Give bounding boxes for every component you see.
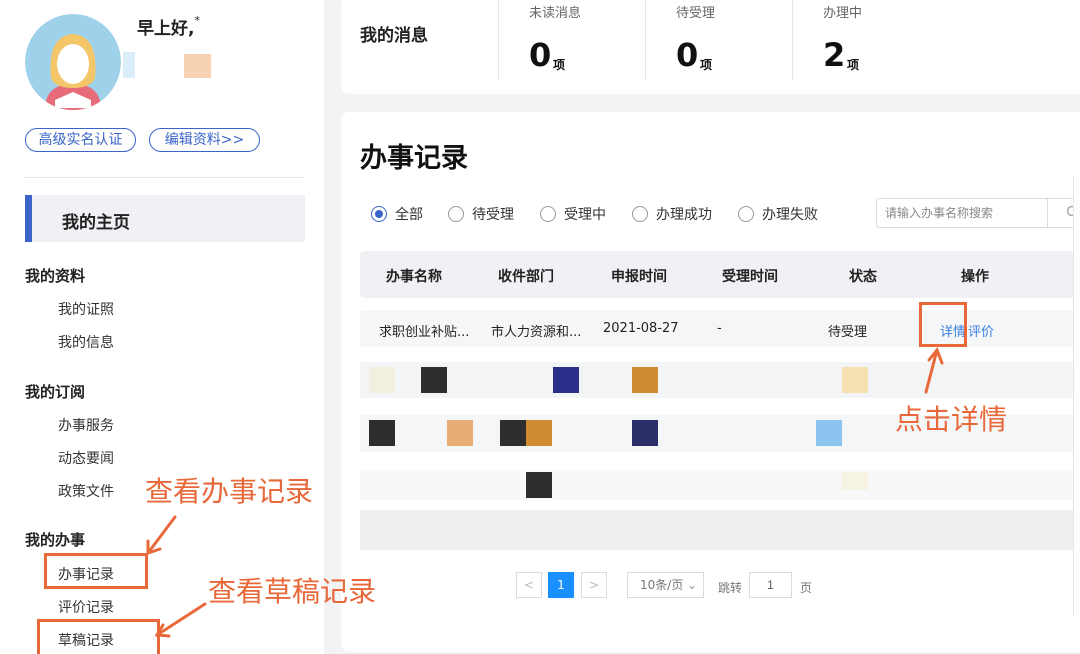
annotation-arrows: [146, 347, 944, 638]
arrow-line: [155, 602, 207, 637]
arrow-line: [146, 515, 177, 555]
